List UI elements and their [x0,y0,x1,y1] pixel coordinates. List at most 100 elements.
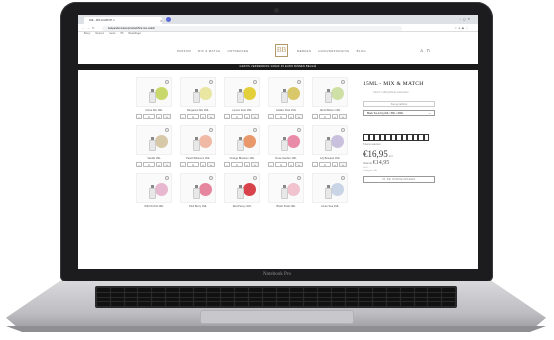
product-image[interactable] [180,77,216,107]
product-card[interactable]: Red Peony 1ML [222,173,262,217]
decrement-button[interactable]: − [136,162,142,167]
brand-logo[interactable]: BB [275,44,288,57]
product-image[interactable] [224,77,260,107]
quantity-field[interactable]: 1 [319,114,331,119]
add-item-button[interactable]: + [207,162,215,167]
product-image[interactable] [312,77,348,107]
product-card[interactable]: Peach Blossom 1ML −1 + + [178,125,218,169]
product-image[interactable] [268,173,304,203]
add-to-cart-button[interactable]: IN DE WINKELWAGEN [363,176,435,184]
address-bar[interactable]: bettyandco.be/en/product/5ml-mix-match [102,25,402,31]
add-item-button[interactable]: + [163,114,171,119]
increment-button[interactable]: + [200,162,206,167]
decrement-button[interactable]: − [312,114,318,119]
product-image[interactable] [136,125,172,155]
quantity-field[interactable]: 1 [275,162,287,167]
bookmark-link[interactable]: Bouvy [84,33,90,35]
bookmark-link[interactable]: Bestellingen [129,33,142,35]
close-icon[interactable]: ✕ [160,19,162,23]
decrement-button[interactable]: − [180,114,186,119]
increment-button[interactable]: + [156,162,162,167]
add-item-button[interactable]: + [295,162,303,167]
user-icon[interactable]: ♙ [420,48,427,53]
product-image[interactable] [268,77,304,107]
extensions-icon[interactable]: ☆●◆⋮ [454,26,470,30]
decrement-button[interactable]: − [180,162,186,167]
increment-button[interactable]: + [332,114,338,119]
wishlist-icon[interactable] [209,176,213,180]
decrement-button[interactable]: − [136,114,142,119]
increment-button[interactable]: + [200,114,206,119]
increment-button[interactable]: + [156,114,162,119]
product-image[interactable] [180,173,216,203]
product-image[interactable] [312,125,348,155]
product-card[interactable]: Wild Orchid 1ML [134,173,174,217]
add-item-button[interactable]: + [251,162,259,167]
wishlist-icon[interactable] [165,176,169,180]
nav-link[interactable]: ONTDEKKEN [228,49,249,53]
bookmark-link[interactable]: PK [120,33,123,35]
product-card[interactable]: Orange Blossom 1ML −1 + + [222,125,262,169]
wishlist-icon[interactable] [209,80,213,84]
product-card[interactable]: Vanilla 1ML −1 + + [134,125,174,169]
wishlist-icon[interactable] [209,128,213,132]
nav-link[interactable]: PARFUM [177,49,191,53]
bookmark-link[interactable]: Geurs [109,33,115,35]
product-image[interactable] [268,125,304,155]
product-card[interactable]: Lily Bouquet 1ML −1 + + [310,125,350,169]
increment-button[interactable]: + [288,162,294,167]
quantity-field[interactable]: 1 [231,162,243,167]
product-image[interactable] [312,173,348,203]
new-tab-icon[interactable] [166,17,171,22]
add-item-button[interactable]: + [163,162,171,167]
variant-select[interactable]: Black Tea & Fig 1ML / 5ML / 15ML ⌄ [363,110,435,116]
wishlist-icon[interactable] [297,176,301,180]
quantity-field[interactable]: 1 [319,162,331,167]
increment-button[interactable]: + [244,114,250,119]
wishlist-icon[interactable] [253,80,257,84]
product-card[interactable]: Bergamot Mix 1ML −1 + + [178,77,218,121]
product-card[interactable]: Citrus Mix 1ML −1 + + [134,77,174,121]
add-item-button[interactable]: + [295,114,303,119]
wishlist-icon[interactable] [341,176,345,180]
quantity-field[interactable]: 1 [187,162,199,167]
product-image[interactable] [136,173,172,203]
nav-link[interactable]: HUIDVERZORGING [318,49,349,53]
wishlist-icon[interactable] [297,80,301,84]
quantity-field[interactable]: 1 [231,114,243,119]
wishlist-icon[interactable] [165,128,169,132]
add-item-button[interactable]: + [207,114,215,119]
increment-button[interactable]: + [288,114,294,119]
product-card[interactable]: Pink Berry 1ML [178,173,218,217]
selection-slot[interactable] [423,134,429,141]
decrement-button[interactable]: − [224,114,230,119]
decrement-button[interactable]: − [312,162,318,167]
window-controls[interactable]: –◻✕ [459,17,472,21]
decrement-button[interactable]: − [224,162,230,167]
product-image[interactable] [224,173,260,203]
nav-arrows-icon[interactable]: ←→↻ [82,26,97,30]
product-image[interactable] [180,125,216,155]
nav-link[interactable]: BLOG [357,49,366,53]
product-card[interactable]: Azure Sea 1ML [310,173,350,217]
add-item-button[interactable]: + [339,162,347,167]
browser-tab[interactable]: 1ML - MIX & MATCH ✶ ✕ [84,17,162,24]
wishlist-icon[interactable] [253,176,257,180]
nav-link[interactable]: MERKEN [297,49,311,53]
cart-icon[interactable]: ⊓ [427,48,433,53]
product-image[interactable] [224,125,260,155]
product-card[interactable]: Neroli Bloom 1ML −1 + + [310,77,350,121]
product-card[interactable]: Golden Pear 1ML −1 + + [266,77,306,121]
wishlist-icon[interactable] [341,80,345,84]
quantity-field[interactable]: 1 [275,114,287,119]
quantity-field[interactable]: 1 [143,162,155,167]
product-card[interactable]: Lemon Zest 1ML −1 + + [222,77,262,121]
product-card[interactable]: Blush Petal 1ML [266,173,306,217]
wishlist-icon[interactable] [253,128,257,132]
product-image[interactable] [136,77,172,107]
wishlist-icon[interactable] [297,128,301,132]
decrement-button[interactable]: − [268,162,274,167]
add-item-button[interactable]: + [251,114,259,119]
quantity-field[interactable]: 1 [143,114,155,119]
wishlist-icon[interactable] [341,128,345,132]
